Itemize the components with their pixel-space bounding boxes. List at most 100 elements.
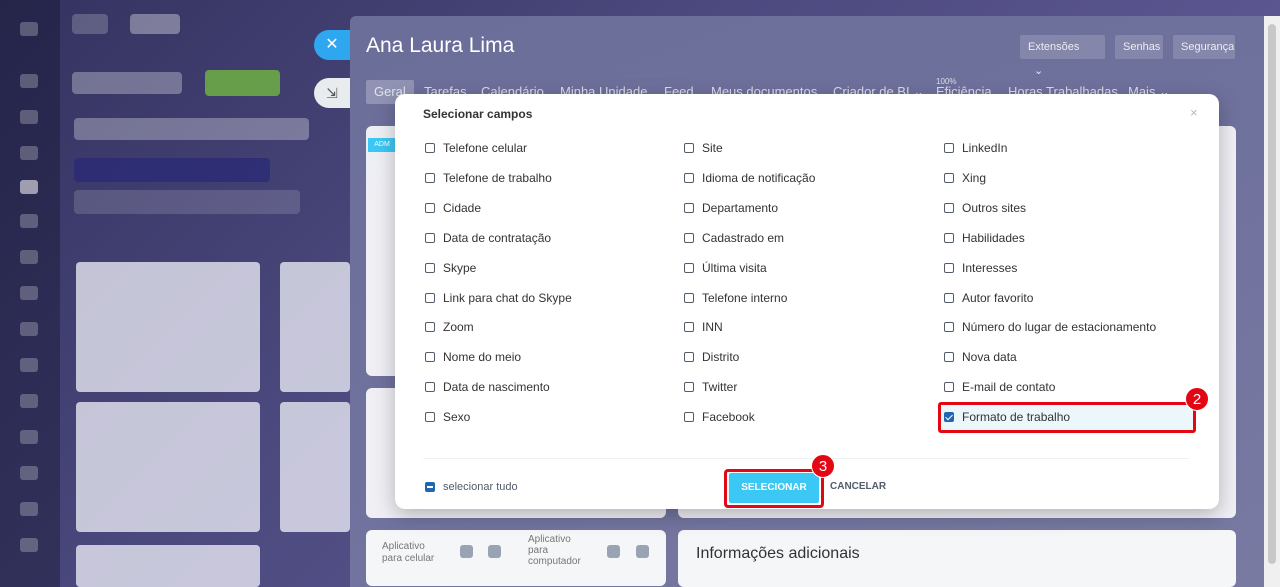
- apps-icon[interactable]: [20, 466, 38, 480]
- field-option[interactable]: E-mail de contato: [944, 378, 1055, 396]
- field-option[interactable]: Sexo: [425, 408, 470, 426]
- field-option[interactable]: Xing: [944, 169, 986, 187]
- field-checkbox[interactable]: [425, 143, 435, 153]
- crm-card-placeholder: [76, 402, 260, 532]
- field-checkbox[interactable]: [944, 292, 954, 303]
- field-option[interactable]: Zoom: [425, 318, 474, 336]
- field-option[interactable]: Nome do meio: [425, 348, 521, 366]
- field-checkbox[interactable]: [944, 352, 954, 363]
- field-option[interactable]: Data de nascimento: [425, 378, 550, 396]
- field-option[interactable]: Distrito: [684, 348, 739, 366]
- field-label: Distrito: [702, 350, 740, 365]
- field-checkbox[interactable]: [425, 232, 435, 243]
- field-checkbox[interactable]: [944, 322, 954, 333]
- chat-icon[interactable]: [20, 74, 38, 88]
- calendar-icon[interactable]: [20, 146, 38, 160]
- field-option[interactable]: Data de contratação: [425, 229, 551, 247]
- field-checkbox[interactable]: [944, 172, 954, 183]
- field-checkbox[interactable]: [944, 143, 954, 153]
- field-checkbox[interactable]: [684, 172, 694, 183]
- apple-icon[interactable]: [488, 545, 501, 558]
- crm-icon[interactable]: [20, 180, 38, 194]
- menu-icon[interactable]: [20, 22, 38, 36]
- field-label: Outros sites: [962, 200, 1027, 215]
- field-checkbox[interactable]: [944, 262, 954, 273]
- tasks-icon[interactable]: [20, 110, 38, 124]
- field-checkbox[interactable]: [944, 232, 954, 243]
- sites-icon[interactable]: [20, 322, 38, 336]
- field-checkbox[interactable]: [684, 232, 694, 243]
- field-option[interactable]: Autor favorito: [944, 289, 1033, 307]
- field-checkbox[interactable]: [425, 292, 435, 303]
- field-checkbox[interactable]: [684, 322, 694, 333]
- field-option[interactable]: Twitter: [684, 378, 737, 396]
- macos-icon[interactable]: [636, 545, 649, 558]
- field-option[interactable]: LinkedIn: [944, 139, 1007, 157]
- field-option[interactable]: Link para chat do Skype: [425, 289, 572, 307]
- field-checkbox[interactable]: [944, 382, 954, 393]
- field-label: Twitter: [702, 380, 738, 395]
- field-checkbox[interactable]: [684, 412, 694, 423]
- settings-icon[interactable]: [20, 502, 38, 516]
- field-checkbox[interactable]: [425, 202, 435, 213]
- mail-icon[interactable]: [20, 250, 38, 264]
- field-option[interactable]: Telefone interno: [684, 289, 787, 307]
- drive-icon[interactable]: [20, 214, 38, 228]
- field-option[interactable]: Facebook: [684, 408, 755, 426]
- field-option[interactable]: Número do lugar de estacionamento: [944, 318, 1156, 336]
- extensions-button[interactable]: Extensões ⌄: [1020, 35, 1105, 77]
- close-slider-button[interactable]: ✕: [314, 30, 350, 60]
- field-checkbox[interactable]: [944, 202, 954, 213]
- field-label: Formato de trabalho: [962, 410, 1071, 425]
- field-option[interactable]: Nova data: [944, 348, 1017, 366]
- analytics-icon[interactable]: [20, 394, 38, 408]
- group-icon[interactable]: [20, 286, 38, 300]
- field-checkbox[interactable]: [425, 352, 435, 363]
- field-checkbox[interactable]: [425, 412, 435, 423]
- field-checkbox[interactable]: [684, 292, 694, 303]
- field-option[interactable]: Outros sites: [944, 199, 1026, 217]
- field-label: Zoom: [443, 320, 474, 335]
- field-option[interactable]: Última visita: [684, 259, 767, 277]
- field-option[interactable]: Cadastrado em: [684, 229, 784, 247]
- field-option[interactable]: Formato de trabalho: [944, 408, 1070, 426]
- field-checkbox[interactable]: [684, 202, 694, 213]
- more-icon[interactable]: [20, 538, 38, 552]
- field-checkbox[interactable]: [425, 262, 435, 273]
- field-checkbox[interactable]: [684, 143, 694, 153]
- cancel-button[interactable]: CANCELAR: [830, 481, 886, 492]
- field-checkbox[interactable]: [684, 382, 694, 393]
- automation-icon[interactable]: [20, 430, 38, 444]
- field-option[interactable]: Interesses: [944, 259, 1017, 277]
- field-option[interactable]: Skype: [425, 259, 476, 277]
- field-checkbox[interactable]: [425, 172, 435, 183]
- select-all-checkbox[interactable]: selecionar tudo: [425, 481, 518, 493]
- crm-card-placeholder: [280, 402, 350, 532]
- field-option[interactable]: INN: [684, 318, 723, 336]
- field-option[interactable]: Departamento: [684, 199, 778, 217]
- field-option[interactable]: Cidade: [425, 199, 481, 217]
- field-option[interactable]: Telefone celular: [425, 139, 527, 157]
- scrollbar-thumb[interactable]: [1268, 24, 1276, 564]
- field-checkbox[interactable]: [944, 412, 954, 423]
- field-label: Telefone de trabalho: [443, 170, 552, 185]
- field-checkbox[interactable]: [425, 382, 435, 393]
- windows-icon[interactable]: [607, 545, 620, 558]
- android-icon[interactable]: [460, 545, 473, 558]
- select-button[interactable]: SELECIONAR: [729, 473, 819, 503]
- field-label: E-mail de contato: [962, 380, 1056, 395]
- security-button[interactable]: Segurança: [1173, 35, 1235, 59]
- field-label: Telefone celular: [443, 141, 528, 155]
- field-checkbox[interactable]: [425, 322, 435, 333]
- field-option[interactable]: Idioma de notificação: [684, 169, 815, 187]
- close-icon[interactable]: ×: [1190, 105, 1198, 120]
- field-option[interactable]: Habilidades: [944, 229, 1025, 247]
- admin-badge: ADM: [368, 138, 396, 152]
- store-icon[interactable]: [20, 358, 38, 372]
- passwords-button[interactable]: Senhas: [1115, 35, 1163, 59]
- minimize-slider-button[interactable]: ⇲: [314, 78, 350, 108]
- field-checkbox[interactable]: [684, 352, 694, 363]
- field-option[interactable]: Site: [684, 139, 723, 157]
- field-option[interactable]: Telefone de trabalho: [425, 169, 552, 187]
- field-checkbox[interactable]: [684, 262, 694, 273]
